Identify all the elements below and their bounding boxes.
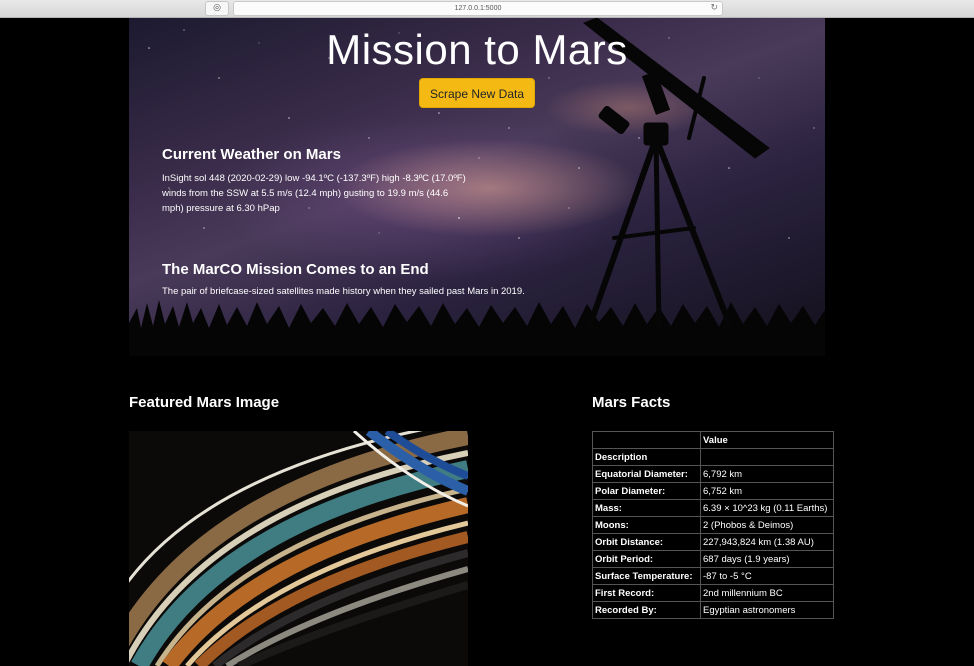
fact-value: Egyptian astronomers bbox=[700, 601, 834, 619]
table-row: Recorded By: Egyptian astronomers bbox=[592, 601, 834, 619]
table-row: Description bbox=[592, 448, 834, 466]
fact-value bbox=[700, 448, 834, 466]
saturn-rings-image bbox=[129, 431, 468, 666]
table-header-row: Value bbox=[592, 431, 834, 449]
page-title: Mission to Mars bbox=[326, 26, 628, 73]
fact-value: -87 to -5 °C bbox=[700, 567, 834, 585]
news-heading: The MarCO Mission Comes to an End bbox=[162, 261, 429, 278]
privacy-shield-icon[interactable]: ◎ bbox=[205, 1, 229, 16]
weather-text: InSight sol 448 (2020-02-29) low -94.1ºC… bbox=[162, 173, 466, 214]
fact-value: 6,752 km bbox=[700, 482, 834, 500]
table-row: Mass: 6.39 × 10^23 kg (0.11 Earths) bbox=[592, 499, 834, 517]
scrape-new-data-button[interactable]: Scrape New Data bbox=[419, 78, 535, 108]
mars-facts-table: Value Description Equatorial Diameter: 6… bbox=[592, 431, 834, 619]
table-row: Moons: 2 (Phobos & Deimos) bbox=[592, 516, 834, 534]
fact-value: 6,792 km bbox=[700, 465, 834, 483]
fact-value: 2 (Phobos & Deimos) bbox=[700, 516, 834, 534]
fact-value: 6.39 × 10^23 kg (0.11 Earths) bbox=[700, 499, 834, 517]
table-row: Orbit Distance: 227,943,824 km (1.38 AU) bbox=[592, 533, 834, 551]
address-bar-url: 127.0.0.1:5000 bbox=[454, 5, 502, 12]
fact-value: 687 days (1.9 years) bbox=[700, 550, 834, 568]
table-row: Orbit Period: 687 days (1.9 years) bbox=[592, 550, 834, 568]
fact-label: First Record: bbox=[592, 584, 701, 602]
table-row: Polar Diameter: 6,752 km bbox=[592, 482, 834, 500]
featured-mars-image bbox=[129, 431, 468, 666]
fact-value: 227,943,824 km (1.38 AU) bbox=[700, 533, 834, 551]
fact-value: 2nd millennium BC bbox=[700, 584, 834, 602]
fact-label: Recorded By: bbox=[592, 601, 701, 619]
fact-label: Orbit Period: bbox=[592, 550, 701, 568]
address-bar[interactable]: 127.0.0.1:5000 ↻ bbox=[233, 1, 723, 16]
mars-facts-heading: Mars Facts bbox=[592, 394, 671, 411]
news-teaser: The pair of briefcase-sized satellites m… bbox=[162, 286, 525, 297]
hero-jumbotron: Mission to Mars Scrape New Data Current … bbox=[129, 18, 825, 356]
fact-label: Surface Temperature: bbox=[592, 567, 701, 585]
table-header-label bbox=[592, 431, 701, 449]
fact-label: Equatorial Diameter: bbox=[592, 465, 701, 483]
table-header-value: Value bbox=[700, 431, 834, 449]
reload-icon[interactable]: ↻ bbox=[710, 2, 718, 15]
table-row: Equatorial Diameter: 6,792 km bbox=[592, 465, 834, 483]
fact-label: Polar Diameter: bbox=[592, 482, 701, 500]
table-row: First Record: 2nd millennium BC bbox=[592, 584, 834, 602]
fact-label: Description bbox=[592, 448, 701, 466]
fact-label: Mass: bbox=[592, 499, 701, 517]
weather-heading: Current Weather on Mars bbox=[162, 146, 341, 163]
fact-label: Moons: bbox=[592, 516, 701, 534]
fact-label: Orbit Distance: bbox=[592, 533, 701, 551]
browser-toolbar: ◎ 127.0.0.1:5000 ↻ bbox=[0, 0, 974, 18]
table-row: Surface Temperature: -87 to -5 °C bbox=[592, 567, 834, 585]
featured-image-heading: Featured Mars Image bbox=[129, 394, 280, 411]
